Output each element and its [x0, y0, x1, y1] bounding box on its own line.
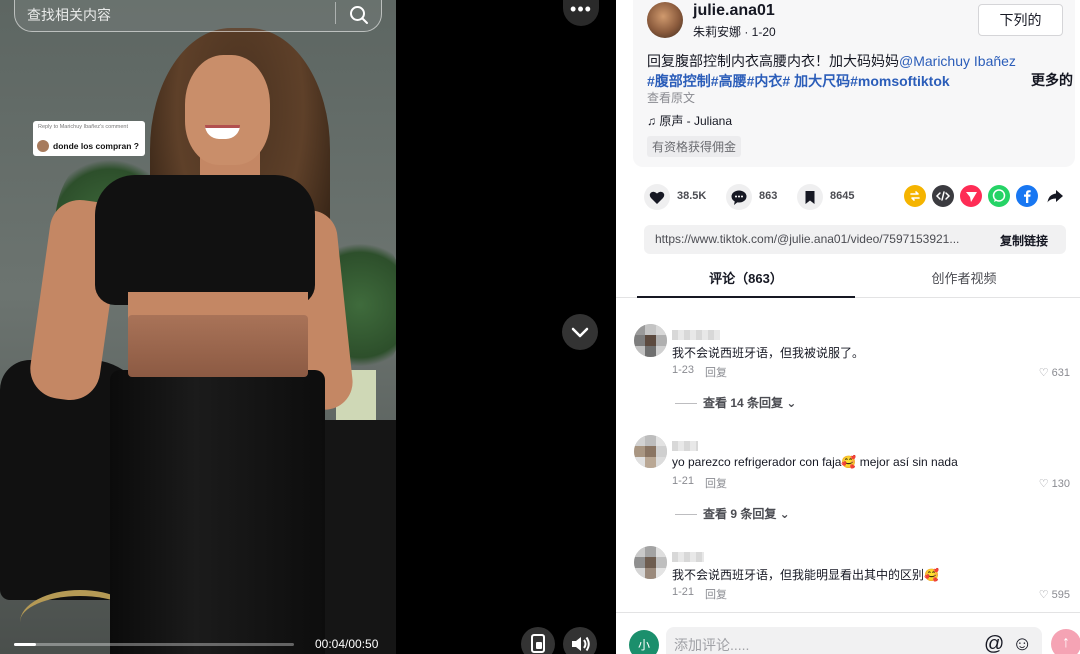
comment-reply-button[interactable]: 回复 [705, 475, 727, 491]
search-divider [335, 2, 336, 24]
commenter-avatar[interactable] [634, 435, 667, 468]
video-frame[interactable]: Reply to Marichuy Ibañez's comment donde… [0, 0, 396, 654]
comment-text: yo parezco refrigerador con faja🥰 mejor … [672, 455, 958, 469]
details-panel: julie.ana01 朱莉安娜 · 1-20 下列的 回复腹部控制内衣高腰内衣… [616, 0, 1080, 654]
tab-comments[interactable]: 评论（863） [637, 262, 855, 298]
comment-date: 1-21 [672, 586, 695, 598]
search-input[interactable] [27, 4, 327, 26]
comment-item: 我不会说西班牙语，但我被说服了。 1-23 回复 ♡ 631 查看 14 条回复… [634, 324, 1074, 424]
commenter-name-blurred[interactable] [672, 441, 698, 451]
volume-button[interactable] [563, 627, 597, 654]
save-button[interactable]: 8645 [797, 184, 872, 210]
share-link-text[interactable]: https://www.tiktok.com/@julie.ana01/vide… [655, 232, 985, 246]
comment-like-button[interactable]: ♡ 595 [1039, 588, 1070, 601]
author-avatar[interactable] [647, 2, 683, 38]
heart-icon [644, 184, 670, 210]
search-box[interactable] [14, 0, 382, 32]
comment-reply-button[interactable]: 回复 [705, 586, 727, 602]
tab-creator-videos[interactable]: 创作者视频 [855, 262, 1073, 298]
view-replies-button[interactable]: 查看 14 条回复 ⌄ [675, 394, 796, 411]
comment-composer: 小 @ ☺ ↑ [616, 612, 1080, 654]
comment-bubble-icon [726, 184, 752, 210]
panel-tabs: 评论（863） 创作者视频 [616, 262, 1080, 298]
comment-text: 我不会说西班牙语，但我被说服了。 [672, 346, 865, 360]
progress-fill [14, 643, 37, 646]
hashtag[interactable]: #高腰 [711, 73, 747, 89]
progress-bar[interactable] [14, 643, 294, 646]
comment-reply-button[interactable]: 回复 [705, 364, 727, 380]
view-replies-label: 查看 9 条回复 ⌄ [703, 507, 790, 521]
bookmark-icon [797, 184, 823, 210]
chevron-down-icon [571, 327, 589, 338]
sticker-comment-text: donde los compran ? [53, 141, 139, 151]
comment-date: 1-23 [672, 364, 695, 376]
hashtag[interactable]: # 加大尺码 [782, 73, 850, 89]
mention-icon[interactable]: @ [984, 633, 1004, 654]
whatsapp-icon[interactable] [988, 185, 1010, 207]
sticker-avatar [37, 140, 49, 152]
person-waist-shaper [128, 315, 308, 377]
comment-text: 我不会说西班牙语，但我能明显看出其中的区别🥰 [672, 568, 939, 582]
caption-mention[interactable]: @Marichuy Ibañez [899, 53, 1016, 69]
person-pants [110, 370, 325, 654]
caption-more-link[interactable]: 更多的 [1031, 70, 1073, 90]
sticker-reply-text: Reply to Marichuy Ibañez's comment [38, 124, 129, 130]
comment-item: 我不会说西班牙语，但我能明显看出其中的区别🥰 1-21 回复 ♡ 595 [634, 546, 1074, 606]
comment-input-wrapper[interactable]: @ ☺ [666, 627, 1042, 654]
my-avatar[interactable]: 小 [629, 630, 659, 654]
view-replies-button[interactable]: 查看 9 条回复 ⌄ [675, 505, 790, 522]
commenter-avatar[interactable] [634, 324, 667, 357]
post-comment-button[interactable]: ↑ [1051, 629, 1080, 654]
follow-button[interactable]: 下列的 [978, 4, 1063, 36]
comment-input[interactable] [674, 635, 974, 654]
music-link[interactable]: ♫ 原声 - Juliana [647, 112, 732, 129]
comment-like-button[interactable]: ♡ 130 [1039, 477, 1070, 490]
comment-button[interactable]: 863 [726, 184, 796, 210]
view-replies-label: 查看 14 条回复 ⌄ [703, 396, 797, 410]
hashtag[interactable]: #内衣 [747, 73, 783, 89]
comment-like-button[interactable]: ♡ 631 [1039, 366, 1070, 379]
description-card: julie.ana01 朱莉安娜 · 1-20 下列的 回复腹部控制内衣高腰内衣… [633, 0, 1075, 167]
comment-item: yo parezco refrigerador con faja🥰 mejor … [634, 435, 1074, 535]
emoji-icon[interactable]: ☺ [1012, 633, 1032, 654]
video-player[interactable]: Reply to Marichuy Ibañez's comment donde… [0, 0, 616, 654]
share-link-box: https://www.tiktok.com/@julie.ana01/vide… [644, 225, 1066, 254]
like-count: 38.5K [677, 190, 707, 202]
person-face [185, 55, 270, 165]
facebook-icon[interactable] [1016, 185, 1038, 207]
copy-link-button[interactable]: 复制链接 [1000, 232, 1048, 249]
commenter-avatar[interactable] [634, 546, 667, 579]
share-arrow-icon[interactable] [1044, 185, 1066, 207]
speaker-icon [572, 636, 590, 652]
like-button[interactable]: 38.5K [644, 184, 714, 210]
more-options-button[interactable]: ••• [563, 0, 599, 26]
embed-code-icon[interactable] [932, 185, 954, 207]
person-top [95, 175, 315, 305]
save-count: 8645 [830, 190, 855, 202]
author-meta: 朱莉安娜 · 1-20 [693, 25, 776, 39]
comment-count: 863 [759, 190, 778, 202]
hashtag[interactable]: #腹部控制 [647, 73, 711, 89]
search-icon[interactable] [347, 3, 373, 27]
floating-player-icon [531, 634, 545, 653]
comment-date: 1-21 [672, 475, 695, 487]
send-to-friend-icon[interactable] [960, 185, 982, 207]
time-readout: 00:04/00:50 [315, 637, 379, 651]
picture-in-picture-button[interactable] [521, 627, 555, 654]
commenter-name-blurred[interactable] [672, 552, 704, 562]
author-name[interactable]: julie.ana01 [693, 2, 775, 20]
commenter-name-blurred[interactable] [672, 330, 720, 340]
caption-text: 回复腹部控制内衣高腰内衣！加大码妈妈 [647, 53, 899, 69]
hashtag[interactable]: #momsoftiktok [850, 73, 950, 89]
repost-icon[interactable] [904, 185, 926, 207]
next-video-button[interactable] [562, 314, 598, 350]
see-original-link[interactable]: 查看原文 [647, 89, 695, 106]
reply-comment-sticker: Reply to Marichuy Ibañez's comment donde… [33, 121, 145, 156]
commission-badge: 有资格获得佣金 [647, 136, 742, 157]
video-caption: 回复腹部控制内衣高腰内衣！加大码妈妈@Marichuy Ibañez #腹部控制… [647, 51, 1017, 91]
